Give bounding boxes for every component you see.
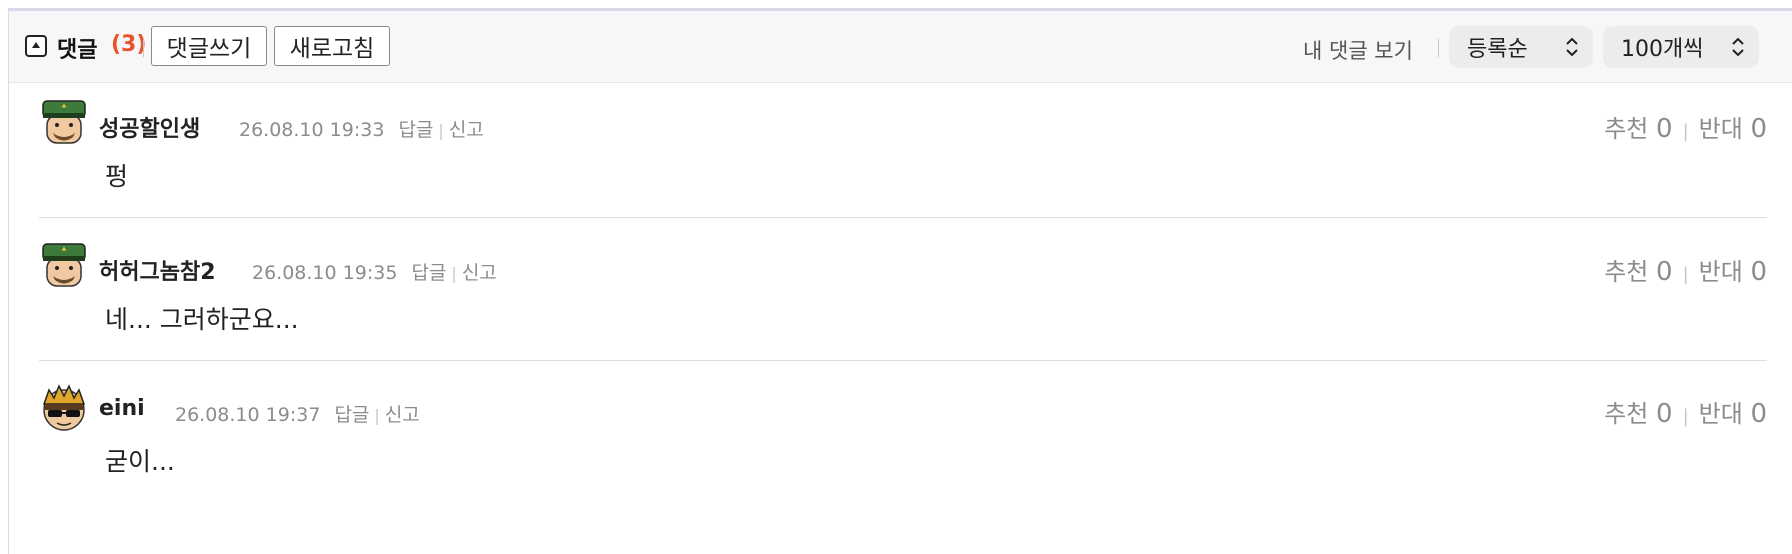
comment-item: 성공할인생 26.08.10 19:33 답글 | 신고 추천 0 | 반대 0 펑 xyxy=(39,97,1767,217)
updown-chevron-icon xyxy=(1566,37,1578,57)
write-comment-button[interactable]: 댓글쓰기 xyxy=(151,26,267,66)
downvote-button[interactable]: 반대 0 xyxy=(1698,114,1767,144)
header-divider xyxy=(143,39,144,57)
upvote-label: 추천 xyxy=(1604,400,1649,428)
refresh-button[interactable]: 새로고침 xyxy=(274,26,390,66)
upvote-count: 0 xyxy=(1656,114,1673,144)
downvote-count: 0 xyxy=(1750,257,1767,287)
downvote-button[interactable]: 반대 0 xyxy=(1698,399,1767,429)
header-divider xyxy=(1438,39,1439,57)
upvote-count: 0 xyxy=(1656,257,1673,287)
report-link[interactable]: 신고 xyxy=(385,404,420,426)
comment-divider xyxy=(39,360,1767,361)
report-link[interactable]: 신고 xyxy=(449,119,484,141)
downvote-label: 반대 xyxy=(1698,258,1743,286)
comment-datetime: 26.08.10 19:33 xyxy=(239,119,385,141)
downvote-label: 반대 xyxy=(1698,400,1743,428)
upvote-count: 0 xyxy=(1656,399,1673,429)
comment-text: 네... 그러하군요... xyxy=(105,305,299,334)
comments-count: (3) xyxy=(111,32,147,57)
comments-title: 댓글 xyxy=(57,38,98,63)
reply-link[interactable]: 답글 xyxy=(334,404,369,426)
comment-nickname[interactable]: 허허그놈참2 xyxy=(99,254,216,286)
sort-select[interactable]: 등록순 xyxy=(1449,26,1593,68)
comment-votes: 추천 0 | 반대 0 xyxy=(1604,114,1767,144)
comment-section: 댓글 (3) 댓글쓰기 새로고침 내 댓글 보기 등록순 100개씩 성공할인생… xyxy=(8,8,1792,554)
upvote-label: 추천 xyxy=(1604,115,1649,143)
downvote-count: 0 xyxy=(1750,399,1767,429)
comment-divider xyxy=(39,217,1767,218)
upvote-button[interactable]: 추천 0 xyxy=(1604,399,1673,429)
upvote-button[interactable]: 추천 0 xyxy=(1604,257,1673,287)
comment-text: 펑 xyxy=(105,162,129,191)
page-size-select[interactable]: 100개씩 xyxy=(1603,26,1759,68)
comment-datetime: 26.08.10 19:35 xyxy=(252,262,398,284)
upvote-label: 추천 xyxy=(1604,258,1649,286)
comment-header: 댓글 (3) 댓글쓰기 새로고침 내 댓글 보기 등록순 100개씩 xyxy=(9,11,1792,83)
comment-votes: 추천 0 | 반대 0 xyxy=(1604,257,1767,287)
reply-link[interactable]: 답글 xyxy=(398,119,433,141)
reply-link[interactable]: 답글 xyxy=(411,262,446,284)
my-comments-link[interactable]: 내 댓글 보기 xyxy=(1303,35,1413,65)
general-hat-avatar-icon[interactable] xyxy=(39,97,89,147)
comment-nickname[interactable]: 성공할인생 xyxy=(99,111,200,143)
report-link[interactable]: 신고 xyxy=(462,262,497,284)
comment-item: eini 26.08.10 19:37 답글 | 신고 추천 0 | 반대 0 굳이..… xyxy=(39,382,1767,502)
upvote-button[interactable]: 추천 0 xyxy=(1604,114,1673,144)
comment-meta: 26.08.10 19:35 답글 | 신고 xyxy=(252,262,497,284)
downvote-count: 0 xyxy=(1750,114,1767,144)
comment-nickname[interactable]: eini xyxy=(99,396,145,421)
downvote-button[interactable]: 반대 0 xyxy=(1698,257,1767,287)
comment-votes: 추천 0 | 반대 0 xyxy=(1604,399,1767,429)
comment-item: 허허그놈참2 26.08.10 19:35 답글 | 신고 추천 0 | 반대 0 네.… xyxy=(39,240,1767,360)
general-hat-avatar-icon[interactable] xyxy=(39,240,89,290)
comment-text: 굳이... xyxy=(105,447,175,476)
updown-chevron-icon xyxy=(1732,37,1744,57)
sort-select-value: 등록순 xyxy=(1467,37,1528,62)
spiky-sunglasses-avatar-icon[interactable] xyxy=(39,382,89,432)
collapse-toggle-icon[interactable] xyxy=(25,35,47,57)
page-size-select-value: 100개씩 xyxy=(1621,37,1704,62)
comment-meta: 26.08.10 19:37 답글 | 신고 xyxy=(175,404,420,426)
comment-datetime: 26.08.10 19:37 xyxy=(175,404,321,426)
downvote-label: 반대 xyxy=(1698,115,1743,143)
comment-meta: 26.08.10 19:33 답글 | 신고 xyxy=(239,119,484,141)
